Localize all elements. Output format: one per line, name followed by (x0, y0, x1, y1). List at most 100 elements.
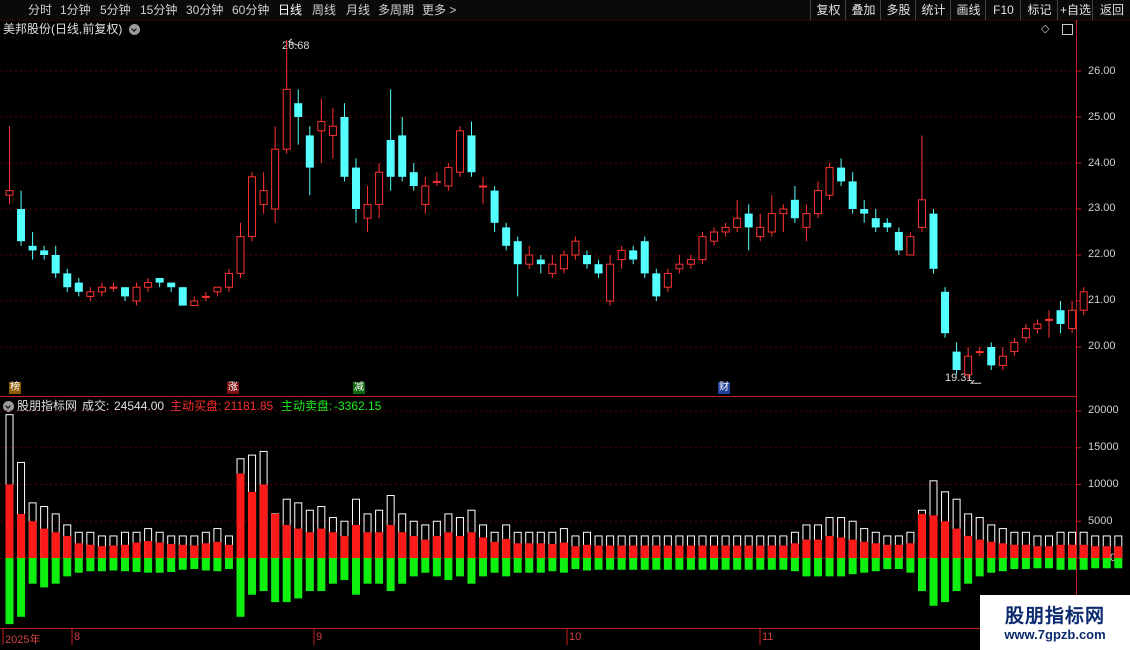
buy-bar (1045, 546, 1053, 558)
candle-body (340, 117, 349, 177)
buy-bar (282, 524, 291, 558)
sell-bar (51, 558, 60, 584)
buy-bar (328, 532, 337, 558)
candle-body (132, 286, 141, 302)
candle-body (190, 300, 199, 307)
candle-body (733, 217, 742, 228)
sell-bar (756, 558, 765, 570)
sell-bar (663, 558, 672, 570)
buy-bar (1114, 546, 1123, 558)
candle-body (790, 199, 799, 219)
sell-bar (583, 558, 591, 571)
buy-bar (144, 541, 153, 558)
candle-body (109, 286, 118, 289)
sell-bar (178, 558, 187, 570)
buy-bar (375, 532, 384, 558)
sell-bar (883, 558, 892, 570)
sell-bar (455, 558, 464, 577)
stock-chart[interactable] (0, 0, 1130, 650)
sell-bar (294, 558, 303, 599)
sell-bar (132, 558, 141, 572)
buy-bar (236, 473, 245, 558)
buy-bar (767, 545, 776, 558)
candle-body (1045, 318, 1053, 321)
sell-bar (1045, 558, 1053, 569)
buy-bar (640, 545, 649, 558)
candle-body (675, 263, 684, 270)
sell-bar (525, 558, 534, 573)
buy-bar (1079, 544, 1088, 558)
sell-bar (617, 558, 626, 570)
buy-bar (1010, 544, 1019, 558)
sell-bar (444, 558, 453, 581)
candle-body (155, 278, 164, 283)
candle-body (236, 236, 245, 274)
candle-body (929, 213, 938, 269)
buy-bar (906, 543, 915, 558)
sell-bar (190, 558, 199, 570)
buy-bar (317, 528, 326, 558)
candle-body (548, 263, 557, 274)
sell-bar (224, 558, 233, 570)
candle-body (941, 291, 950, 334)
buy-bar (987, 541, 996, 558)
sell-bar (109, 558, 118, 571)
buy-bar (167, 544, 176, 558)
buy-bar (305, 532, 314, 558)
buy-bar (802, 539, 811, 558)
buy-bar (1091, 546, 1100, 558)
buy-bar (583, 544, 591, 558)
candle-body (802, 213, 811, 228)
buy-bar (779, 545, 788, 558)
candle-body (860, 209, 869, 214)
candle-body (663, 272, 672, 288)
sell-bar (548, 558, 557, 572)
buy-bar (917, 513, 926, 558)
sell-bar (571, 558, 580, 570)
sell-bar (1021, 558, 1030, 570)
sell-bar (317, 558, 326, 592)
candle-body (86, 291, 95, 297)
sell-bar (432, 558, 441, 577)
sell-bar (941, 558, 950, 603)
sell-bar (5, 558, 14, 625)
sell-bar (28, 558, 37, 584)
sell-bar (421, 558, 430, 573)
candle-body (848, 181, 857, 209)
buy-bar (814, 539, 822, 558)
candle-body (444, 167, 453, 187)
buy-bar (848, 539, 857, 558)
buy-bar (86, 544, 95, 558)
candle-body (883, 222, 892, 228)
sell-bar (721, 558, 730, 570)
candle-body (629, 250, 638, 260)
sell-bar (733, 558, 742, 570)
buy-bar (964, 535, 973, 558)
buy-bar (352, 524, 360, 558)
buy-bar (109, 545, 118, 558)
sell-bar (606, 558, 615, 570)
candle-body (352, 167, 360, 209)
buy-bar (63, 535, 72, 558)
candle-body (594, 264, 603, 274)
buy-bar (455, 535, 464, 558)
sell-bar (352, 558, 360, 595)
candle-body (490, 190, 499, 223)
candle-body (1010, 341, 1019, 353)
sell-bar (929, 558, 938, 606)
watermark-title: 股朋指标网 (1004, 606, 1105, 627)
watermark-url: www.7gpzb.com (1004, 627, 1106, 642)
buy-bar (398, 532, 407, 558)
high-marker-arrow (287, 38, 299, 47)
sell-bar (490, 558, 499, 573)
buy-bar (606, 545, 615, 558)
sell-bar (698, 558, 707, 570)
buy-bar (744, 545, 753, 558)
sell-bar (594, 558, 603, 570)
sell-bar (767, 558, 776, 570)
sell-bar (917, 558, 926, 592)
candle-body (814, 190, 822, 215)
buy-bar (663, 545, 672, 558)
candle-body (571, 240, 580, 256)
buy-bar (941, 521, 950, 558)
